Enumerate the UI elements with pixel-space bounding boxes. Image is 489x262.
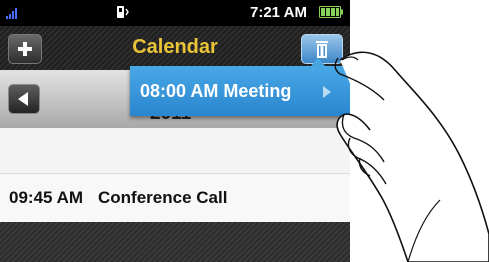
status-bar: 7:21 AM: [0, 0, 350, 26]
vibrate-icon: [117, 6, 129, 18]
previous-button[interactable]: [8, 84, 40, 114]
bottom-bar: [0, 222, 350, 262]
battery-icon: [319, 6, 343, 18]
list-item-empty: [0, 128, 350, 174]
phone-screen: 7:21 AM Calendar 09:45 AM Conference Cal…: [0, 0, 350, 262]
signal-icon: [6, 8, 17, 19]
left-arrow-icon: [18, 92, 28, 106]
popup-event-text: 08:00 AM Meeting: [140, 81, 292, 101]
title-bar: Calendar: [0, 26, 350, 70]
page-title: Calendar: [132, 36, 218, 58]
event-time: 09:45 AM: [9, 188, 84, 207]
event-title: Conference Call: [98, 188, 228, 207]
status-time: 7:21 AM: [250, 4, 307, 21]
hand-illustration: [334, 51, 489, 262]
list-item[interactable]: 09:45 AM Conference Call: [0, 174, 350, 223]
